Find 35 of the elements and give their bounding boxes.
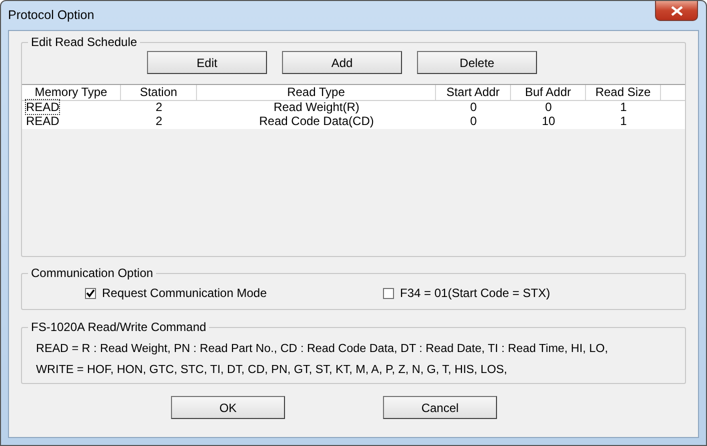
checkbox-label: Request Communication Mode [102, 286, 267, 300]
toolbar-button[interactable]: Edit [147, 51, 267, 74]
table-cell: 10 [540, 113, 556, 129]
table-cell: 1 [619, 99, 628, 115]
window-title: Protocol Option [8, 8, 94, 22]
column-header[interactable]: Station [121, 85, 197, 100]
toolbar-button[interactable]: Add [282, 51, 402, 74]
table-cell: READ [25, 99, 60, 115]
dialog-button[interactable]: Cancel [383, 396, 497, 419]
command-text: WRITE = HOF, HON, GTC, STC, TI, DT, CD, PN, GT, ST, KT, M, A, P, Z, N, G, T, HIS, LOS, [36, 362, 508, 378]
column-header[interactable]: Memory Type [22, 85, 121, 100]
table-cell: 1 [619, 113, 628, 129]
command-text: READ = R : Read Weight, PN : Read Part No., CD : Read Code Data, DT : Read Date, TI : Read Time, HI, LO, [36, 341, 609, 357]
column-header[interactable]: Start Addr [436, 85, 511, 100]
group-title: Edit Read Schedule [30, 35, 138, 49]
column-header[interactable]: Read Size [586, 85, 661, 100]
column-header[interactable]: Buf Addr [511, 85, 586, 100]
group-title: Communication Option [30, 266, 154, 280]
checkbox[interactable] [85, 288, 96, 298]
close-button[interactable] [655, 1, 698, 21]
table-cell: 0 [469, 113, 478, 129]
close-icon [670, 6, 682, 16]
table-cell: 2 [154, 99, 164, 115]
table-cell: 0 [544, 99, 553, 115]
dialog-button[interactable]: OK [171, 396, 285, 419]
column-header[interactable]: Read Type [197, 85, 436, 100]
table-cell-text: Read Code Data(CD) [258, 114, 375, 129]
checkbox-label: F34 = 01(Start Code = STX) [400, 286, 550, 300]
toolbar-button[interactable]: Delete [417, 51, 537, 74]
table-cell: Read Weight(R) [272, 99, 360, 115]
checkbox[interactable] [383, 288, 394, 298]
group-title: FS-1020A Read/Write Command [30, 320, 208, 334]
table-cell: 2 [154, 113, 164, 129]
table-cell: READ [25, 113, 60, 129]
table-cell: 0 [469, 99, 478, 115]
